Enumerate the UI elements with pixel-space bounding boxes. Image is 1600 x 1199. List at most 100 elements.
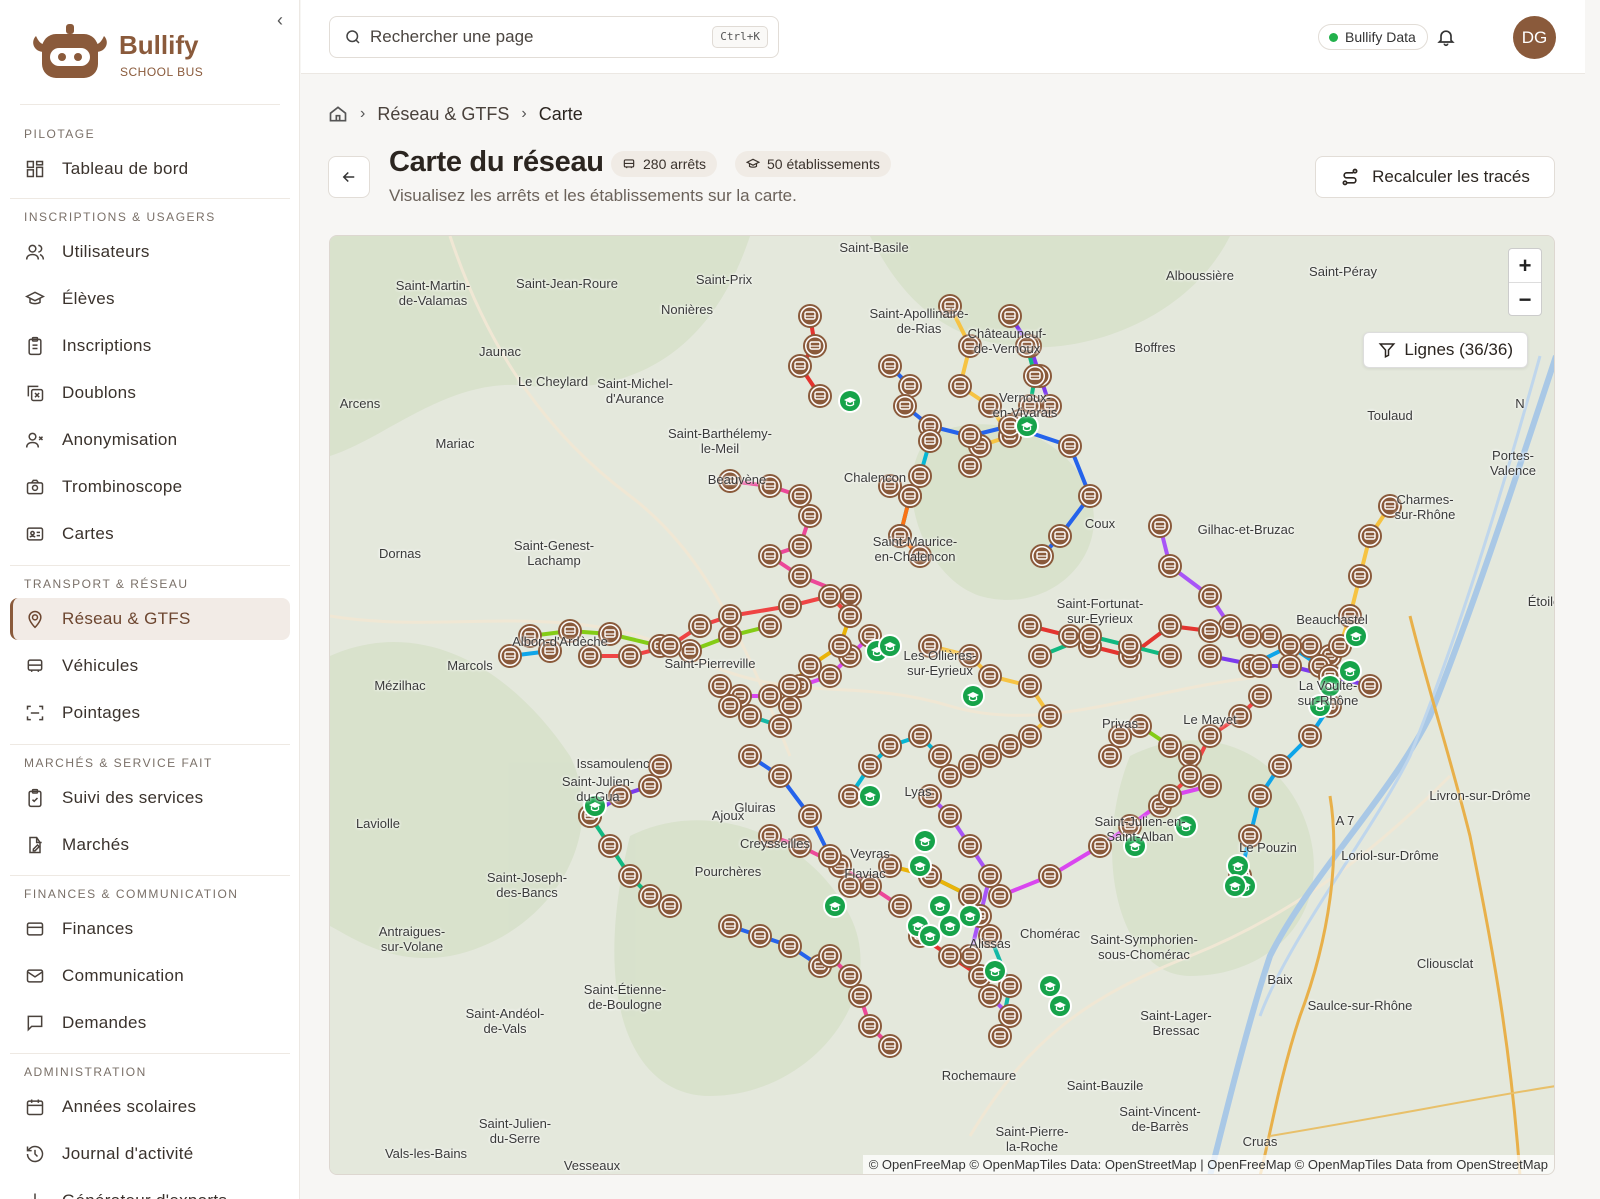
bus-stop-marker[interactable] bbox=[688, 614, 712, 638]
bus-stop-marker[interactable] bbox=[1038, 704, 1062, 728]
bus-stop-marker[interactable] bbox=[1218, 614, 1242, 638]
bus-stop-marker[interactable] bbox=[1158, 644, 1182, 668]
bus-stop-marker[interactable] bbox=[998, 1004, 1022, 1028]
school-marker[interactable] bbox=[928, 894, 952, 918]
bus-stop-marker[interactable] bbox=[718, 914, 742, 938]
bus-stop-marker[interactable] bbox=[1028, 644, 1052, 668]
back-button[interactable] bbox=[328, 156, 370, 198]
bus-stop-marker[interactable] bbox=[1078, 624, 1102, 648]
sidebar-item-file-edit[interactable]: Marchés bbox=[10, 824, 290, 866]
bus-stop-marker[interactable] bbox=[758, 544, 782, 568]
bus-stop-marker[interactable] bbox=[1078, 484, 1102, 508]
bus-stop-marker[interactable] bbox=[928, 744, 952, 768]
sidebar-item-download[interactable]: Générateur d'exports bbox=[10, 1180, 290, 1199]
bus-stop-marker[interactable] bbox=[838, 784, 862, 808]
school-marker[interactable] bbox=[918, 924, 942, 948]
sidebar-item-message[interactable]: Demandes bbox=[10, 1002, 290, 1044]
bus-stop-marker[interactable] bbox=[798, 504, 822, 528]
bus-stop-marker[interactable] bbox=[848, 984, 872, 1008]
sidebar-item-scan[interactable]: Pointages bbox=[10, 692, 290, 734]
sidebar-item-users[interactable]: Utilisateurs bbox=[10, 231, 290, 273]
bus-stop-marker[interactable] bbox=[1278, 654, 1302, 678]
map-attribution[interactable]: © OpenFreeMap © OpenMapTiles Data: OpenS… bbox=[862, 1155, 1554, 1174]
bus-stop-marker[interactable] bbox=[788, 534, 812, 558]
bus-stop-marker[interactable] bbox=[1048, 524, 1072, 548]
recalculate-routes-button[interactable]: Recalculer les tracés bbox=[1315, 156, 1555, 198]
school-marker[interactable] bbox=[858, 784, 882, 808]
school-marker[interactable] bbox=[961, 684, 985, 708]
school-marker[interactable] bbox=[908, 854, 932, 878]
bus-stop-marker[interactable] bbox=[1030, 544, 1054, 568]
sidebar-item-user-x[interactable]: Anonymisation bbox=[10, 419, 290, 461]
bus-stop-marker[interactable] bbox=[978, 664, 1002, 688]
bus-stop-marker[interactable] bbox=[738, 744, 762, 768]
bus-stop-marker[interactable] bbox=[838, 584, 862, 608]
bus-stop-marker[interactable] bbox=[838, 604, 862, 628]
bus-stop-marker[interactable] bbox=[1018, 674, 1042, 698]
bus-stop-marker[interactable] bbox=[1358, 674, 1382, 698]
bus-stop-marker[interactable] bbox=[788, 354, 812, 378]
bus-stop-marker[interactable] bbox=[893, 394, 917, 418]
bus-stop-marker[interactable] bbox=[768, 764, 792, 788]
bus-stop-marker[interactable] bbox=[1298, 634, 1322, 658]
collapse-sidebar-button[interactable]: ‹ bbox=[270, 10, 290, 30]
network-map[interactable]: Saint-Basile Saint-Martin- de-Valamas Sain… bbox=[329, 235, 1555, 1175]
bus-stop-marker[interactable] bbox=[998, 734, 1022, 758]
bus-stop-marker[interactable] bbox=[788, 564, 812, 588]
bus-stop-marker[interactable] bbox=[878, 1034, 902, 1058]
bus-stop-marker[interactable] bbox=[778, 934, 802, 958]
sidebar-item-map-pin[interactable]: Réseau & GTFS bbox=[10, 598, 290, 640]
bus-stop-marker[interactable] bbox=[768, 714, 792, 738]
bus-stop-marker[interactable] bbox=[938, 944, 962, 968]
bus-stop-marker[interactable] bbox=[908, 724, 932, 748]
bus-stop-marker[interactable] bbox=[1298, 724, 1322, 748]
bus-stop-marker[interactable] bbox=[738, 704, 762, 728]
bus-stop-marker[interactable] bbox=[1058, 434, 1082, 458]
bus-stop-marker[interactable] bbox=[658, 894, 682, 918]
bus-stop-marker[interactable] bbox=[958, 834, 982, 858]
bus-stop-marker[interactable] bbox=[778, 674, 802, 698]
sidebar-item-clipboard-check[interactable]: Suivi des services bbox=[10, 777, 290, 819]
avatar[interactable]: DG bbox=[1513, 16, 1556, 59]
bus-stop-marker[interactable] bbox=[618, 864, 642, 888]
sidebar-item-dashboard[interactable]: Tableau de bord bbox=[10, 148, 290, 190]
bus-stop-marker[interactable] bbox=[898, 374, 922, 398]
bus-stop-marker[interactable] bbox=[798, 304, 822, 328]
data-status-badge[interactable]: Bullify Data bbox=[1318, 24, 1428, 50]
bus-stop-marker[interactable] bbox=[958, 884, 982, 908]
bus-stop-marker[interactable] bbox=[718, 694, 742, 718]
search-input[interactable]: Rechercher une page Ctrl+K bbox=[329, 16, 779, 58]
bus-stop-marker[interactable] bbox=[1098, 744, 1122, 768]
bus-stop-marker[interactable] bbox=[718, 604, 742, 628]
bus-stop-marker[interactable] bbox=[718, 624, 742, 648]
bus-stop-marker[interactable] bbox=[1198, 619, 1222, 643]
bus-stop-marker[interactable] bbox=[1058, 624, 1082, 648]
bus-stop-marker[interactable] bbox=[798, 654, 822, 678]
bus-stop-marker[interactable] bbox=[938, 764, 962, 788]
bus-stop-marker[interactable] bbox=[858, 1014, 882, 1038]
bus-stop-marker[interactable] bbox=[1248, 784, 1272, 808]
bus-stop-marker[interactable] bbox=[978, 744, 1002, 768]
bus-stop-marker[interactable] bbox=[1198, 774, 1222, 798]
school-marker[interactable] bbox=[1344, 624, 1368, 648]
bus-stop-marker[interactable] bbox=[1018, 614, 1042, 638]
bus-stop-marker[interactable] bbox=[998, 304, 1022, 328]
school-marker[interactable] bbox=[838, 389, 862, 413]
bus-stop-marker[interactable] bbox=[808, 384, 832, 408]
sidebar-item-calendar[interactable]: Années scolaires bbox=[10, 1086, 290, 1128]
bus-stop-marker[interactable] bbox=[1148, 514, 1172, 538]
school-marker[interactable] bbox=[1223, 874, 1247, 898]
bus-stop-marker[interactable] bbox=[618, 644, 642, 668]
sidebar-item-id-card[interactable]: Cartes bbox=[10, 513, 290, 555]
bus-stop-marker[interactable] bbox=[1268, 754, 1292, 778]
bus-stop-marker[interactable] bbox=[758, 684, 782, 708]
bus-stop-marker[interactable] bbox=[828, 634, 852, 658]
bus-stop-marker[interactable] bbox=[778, 594, 802, 618]
bus-stop-marker[interactable] bbox=[1258, 624, 1282, 648]
bus-stop-marker[interactable] bbox=[978, 864, 1002, 888]
bus-stop-marker[interactable] bbox=[798, 804, 822, 828]
sidebar-item-clipboard[interactable]: Inscriptions bbox=[10, 325, 290, 367]
bus-stop-marker[interactable] bbox=[648, 754, 672, 778]
bus-stop-marker[interactable] bbox=[1278, 634, 1302, 658]
bus-stop-marker[interactable] bbox=[938, 804, 962, 828]
